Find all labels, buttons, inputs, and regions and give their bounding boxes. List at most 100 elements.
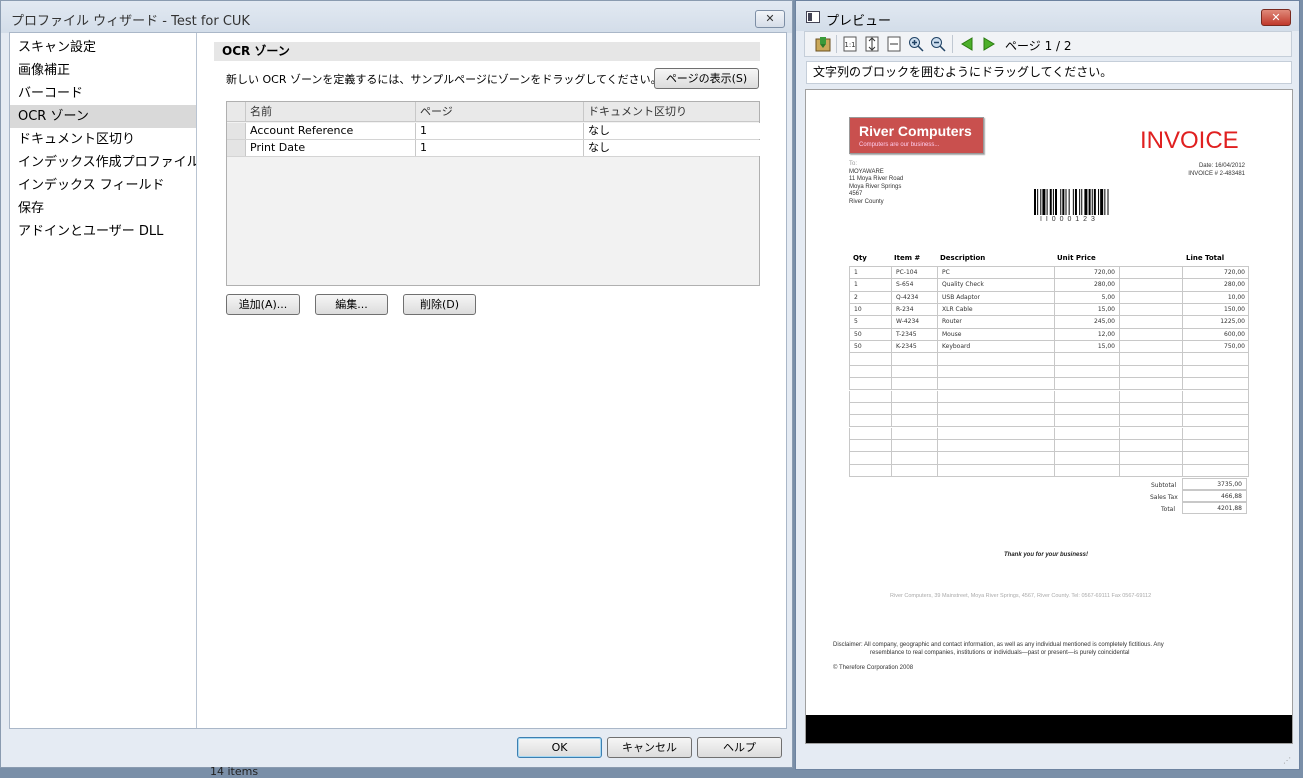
invoice-cell: [849, 415, 891, 428]
invoice-cell: [1119, 341, 1182, 354]
company-logo: River Computers Computers are our busine…: [849, 117, 984, 154]
page-indicator: ページ 1 / 2: [1005, 39, 1072, 53]
fit-width-icon[interactable]: [886, 36, 902, 52]
svg-text:1:1: 1:1: [844, 41, 855, 49]
ocr-zone-table[interactable]: 名前 ページ ドキュメント区切り Account Reference 1 なし …: [226, 101, 761, 286]
invoice-cell: [1182, 402, 1249, 416]
nav-item-ocr-zones[interactable]: OCR ゾーン: [10, 105, 196, 128]
invoice-cell: PC: [937, 267, 1054, 280]
fit-page-icon[interactable]: [864, 36, 880, 52]
subtotal-value: 3735,00: [1182, 478, 1247, 490]
zoom-in-icon[interactable]: [908, 36, 924, 52]
invoice-cell: Quality Check: [937, 279, 1054, 292]
invoice-cell: [937, 402, 1054, 416]
nav-item-scan-settings[interactable]: スキャン設定: [10, 36, 196, 59]
invoice-cell: [1119, 439, 1182, 453]
invoice-cell: Mouse: [937, 328, 1054, 342]
invoice-cell: [849, 402, 891, 416]
invoice-cell: [1182, 353, 1249, 366]
preview-window-icon: [806, 11, 820, 23]
resize-grip-icon[interactable]: ⋰: [1283, 756, 1291, 765]
ok-button[interactable]: OK: [517, 737, 602, 758]
invoice-line-item: 5 W-4234 Router 245,00 1225,00: [849, 316, 1249, 329]
invoice-line-item: [849, 415, 1249, 428]
invoice-cell: [1119, 316, 1182, 329]
invoice-cell: [1119, 415, 1182, 428]
next-page-icon[interactable]: [981, 36, 997, 52]
edit-zone-button[interactable]: 編集...: [315, 294, 388, 315]
invoice-cell: [849, 365, 891, 379]
invoice-title: INVOICE: [1140, 127, 1239, 154]
cell-page: 1: [415, 140, 583, 156]
invoice-cell: 1: [849, 279, 891, 292]
cell-name: Account Reference: [245, 123, 415, 139]
invoice-cell: 5: [849, 316, 891, 329]
invoice-line-item: [849, 427, 1249, 440]
invoice-cell: [1119, 279, 1182, 292]
invoice-line-item: [849, 365, 1249, 379]
invoice-cell: [1119, 402, 1182, 416]
nav-item-addins-dll[interactable]: アドインとユーザー DLL: [10, 220, 196, 243]
delete-zone-button[interactable]: 削除(D): [403, 294, 476, 315]
invoice-line-item: [849, 378, 1249, 391]
invoice-cell: [1054, 464, 1119, 477]
add-zone-button[interactable]: 追加(A)...: [226, 294, 300, 315]
preview-titlebar[interactable]: プレビュー ✕: [796, 1, 1299, 31]
background-item-count: 14 items: [210, 765, 259, 778]
nav-item-document-separation[interactable]: ドキュメント区切り: [10, 128, 196, 151]
invoice-line-item: [849, 390, 1249, 403]
total-label: Total: [1161, 506, 1176, 513]
wizard-titlebar[interactable]: プロファイル ウィザード - Test for CUK ✕: [1, 1, 792, 33]
invoice-cell: 15,00: [1054, 341, 1119, 354]
actual-size-icon[interactable]: 1:1: [842, 36, 858, 52]
column-header-name[interactable]: 名前: [245, 102, 415, 121]
cancel-button[interactable]: キャンセル: [607, 737, 692, 758]
invoice-line-item: 1 S-654 Quality Check 280,00 280,00: [849, 279, 1249, 292]
nav-item-index-fields[interactable]: インデックス フィールド: [10, 174, 196, 197]
prev-page-icon[interactable]: [959, 36, 975, 52]
invoice-cell: [891, 452, 937, 465]
nav-item-barcode[interactable]: バーコード: [10, 82, 196, 105]
invoice-cell: [1119, 328, 1182, 342]
cell-separation: なし: [583, 123, 761, 139]
wizard-title: プロファイル ウィザード - Test for CUK: [11, 14, 250, 29]
invoice-cell: 280,00: [1182, 279, 1249, 292]
nav-item-image-correction[interactable]: 画像補正: [10, 59, 196, 82]
invoice-line-item: 1 PC-104 PC 720,00 720,00: [849, 267, 1249, 280]
wizard-close-button[interactable]: ✕: [755, 10, 785, 28]
nav-item-indexing-profile[interactable]: インデックス作成プロファイル: [10, 151, 196, 174]
column-header-page[interactable]: ページ: [415, 102, 583, 121]
invoice-cell: [849, 427, 891, 440]
help-button[interactable]: ヘルプ: [697, 737, 782, 758]
table-row[interactable]: Account Reference 1 なし: [227, 123, 761, 140]
invoice-cell: S-654: [891, 279, 937, 292]
nav-item-save[interactable]: 保存: [10, 197, 196, 220]
bill-to-block: To: MOYAWARE 11 Moya River Road Moya Riv…: [849, 161, 904, 205]
invoice-cell: T-2345: [891, 328, 937, 342]
invoice-cell: [937, 390, 1054, 403]
invoice-cell: [891, 378, 937, 391]
invoice-cell: 15,00: [1054, 304, 1119, 317]
invoice-line-item: 50 T-2345 Mouse 12,00 600,00: [849, 328, 1249, 342]
invoice-cell: [891, 365, 937, 379]
invoice-page-preview[interactable]: River Computers Computers are our busine…: [805, 89, 1293, 744]
invoice-cell: 245,00: [1054, 316, 1119, 329]
invoice-table: 1 PC-104 PC 720,00 720,00 1 S-654 Quality Check…: [849, 266, 1249, 477]
zoom-out-icon[interactable]: [930, 36, 946, 52]
column-header-document-separation[interactable]: ドキュメント区切り: [583, 102, 761, 121]
instruction-text: 新しい OCR ゾーンを定義するには、サンプルページにゾーンをドラッグしてくださ…: [226, 73, 662, 86]
show-page-button[interactable]: ページの表示(S): [654, 68, 759, 89]
invoice-line-item: [849, 353, 1249, 366]
invoice-line-item: 10 R-234 XLR Cable 15,00 150,00: [849, 304, 1249, 317]
table-row[interactable]: Print Date 1 なし: [227, 140, 761, 157]
preview-toolbar: 1:1 ページ 1 / 2: [804, 31, 1292, 57]
invoice-cell: [849, 439, 891, 453]
section-title: OCR ゾーン: [214, 42, 760, 61]
invoice-cell: K-2345: [891, 341, 937, 354]
preview-close-button[interactable]: ✕: [1261, 9, 1291, 26]
barcode-text: I I 0 0 0 1 2 3: [1040, 216, 1096, 223]
invoice-cell: [1119, 365, 1182, 379]
invoice-cell: [1119, 390, 1182, 403]
cell-name: Print Date: [245, 140, 415, 156]
save-icon[interactable]: [815, 36, 831, 52]
